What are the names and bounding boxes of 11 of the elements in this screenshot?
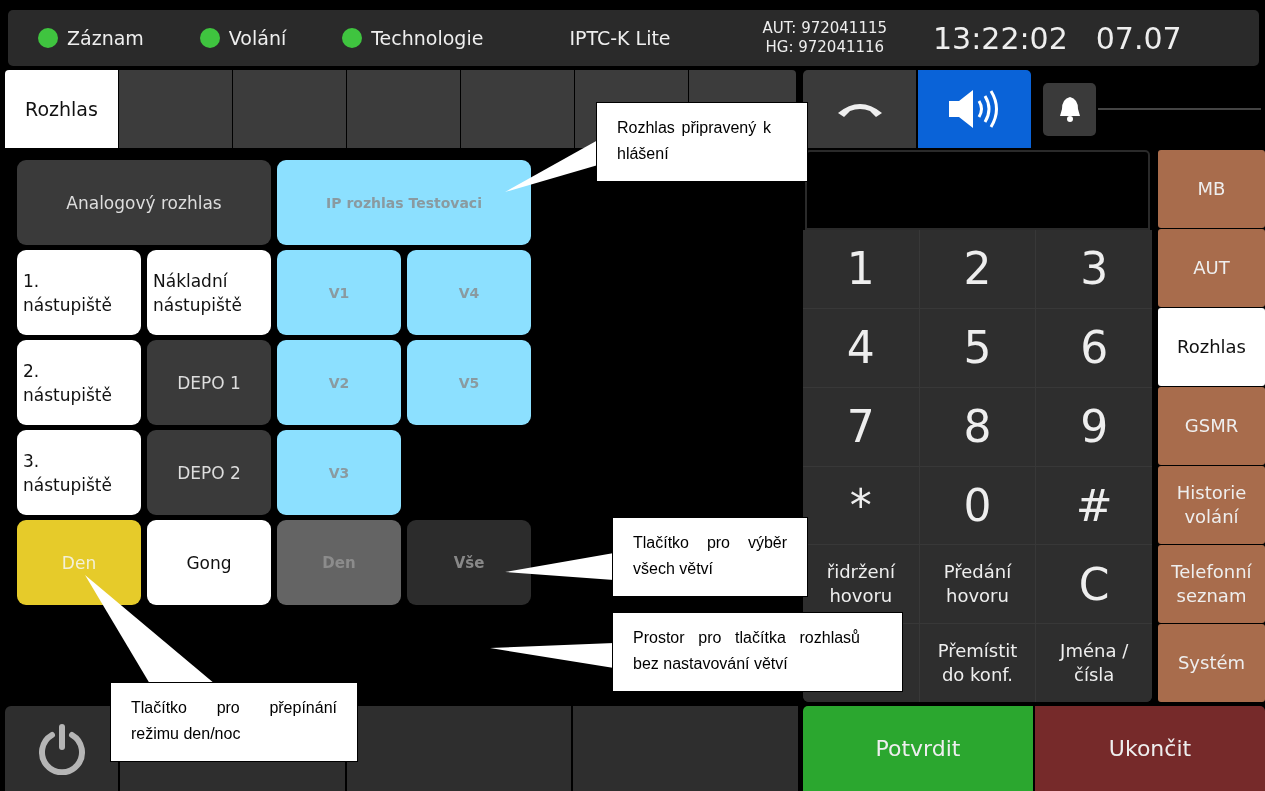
status-label: Záznam [67, 27, 144, 49]
callout-tooltip: Tlačítko pro výběr všech větví [612, 517, 808, 597]
callout-tooltip: Prostor pro tlačítka rozhlasů bez nastavování větví [612, 612, 903, 692]
status-label: Technologie [371, 27, 484, 49]
date: 07.07 [1095, 20, 1182, 56]
clock-time: 13:22:02 [933, 20, 1068, 56]
phone-number: AUT: 972041115 [762, 19, 888, 38]
phone-number: HG: 972041116 [765, 38, 885, 57]
callout-tooltip: Tlačítko pro přepínání režimu den/noc [110, 682, 358, 762]
app-name: IPTC-K Lite [569, 27, 671, 49]
status-label: Volání [228, 27, 287, 49]
